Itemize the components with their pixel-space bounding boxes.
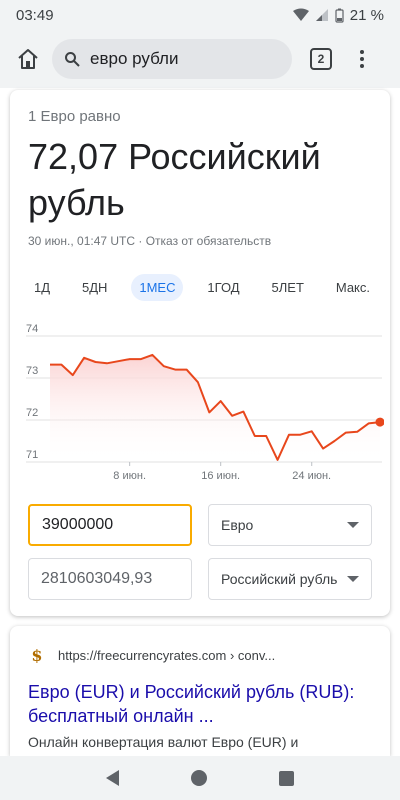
browser-app-bar: евро рубли 2: [0, 30, 400, 88]
period-tabs: 1Д 5ДН 1МЕС 1ГОД 5ЛЕТ Макс.: [26, 270, 378, 304]
rate-timestamp-note: 30 июн., 01:47 UTC · Отказ от обязательс…: [28, 234, 272, 248]
y-tick-label: 74: [26, 323, 38, 335]
result-title-link[interactable]: Евро (EUR) и Российский рубль (RUB): бес…: [28, 680, 378, 728]
period-tab-1y[interactable]: 1ГОД: [199, 274, 247, 301]
period-tab-5d[interactable]: 5ДН: [74, 274, 115, 301]
omnibox-search[interactable]: евро рубли: [52, 39, 292, 79]
wifi-icon: [292, 8, 309, 21]
menu-dot: [360, 50, 364, 54]
home-button[interactable]: [10, 41, 46, 77]
period-tab-1d[interactable]: 1Д: [26, 274, 58, 301]
back-icon[interactable]: [106, 770, 119, 786]
dropdown-arrow-icon: [347, 522, 359, 528]
period-tab-1m[interactable]: 1МЕС: [131, 273, 184, 301]
from-currency-select[interactable]: Евро: [208, 504, 372, 546]
result-snippet: Онлайн конвертация валют Евро (EUR) и: [28, 734, 299, 750]
to-currency-select[interactable]: Российский рубль: [208, 558, 372, 600]
period-tab-max[interactable]: Макс.: [328, 274, 378, 301]
x-tick-label: 8 июн.: [113, 470, 146, 482]
search-query-text: евро рубли: [90, 49, 179, 68]
menu-dot: [360, 57, 364, 61]
y-tick-label: 73: [26, 365, 38, 377]
rate-label: 1 Евро равно: [28, 108, 121, 125]
search-result: $ https://freecurrencyrates.com › conv..…: [10, 626, 390, 756]
x-tick-label: 24 июн.: [292, 470, 331, 482]
currency-converter-card: 1 Евро равно 72,07 Российский рубль 30 и…: [10, 90, 390, 616]
amount-input[interactable]: 39000000: [28, 504, 192, 546]
battery-percent: 21 %: [349, 6, 384, 24]
from-currency-label: Евро: [221, 517, 254, 533]
more-menu-button[interactable]: [352, 44, 372, 74]
converted-amount-input[interactable]: 2810603049,93: [28, 558, 192, 600]
tab-switcher-button[interactable]: 2: [310, 48, 332, 70]
period-tab-5y[interactable]: 5ЛЕТ: [264, 274, 312, 301]
home-circle-icon[interactable]: [191, 770, 207, 786]
dollar-favicon-icon: $: [31, 645, 43, 665]
chart-area-fill: [50, 354, 380, 462]
home-icon: [18, 49, 38, 69]
status-icons: 21 %: [292, 6, 384, 24]
menu-dot: [360, 64, 364, 68]
result-url: https://freecurrencyrates.com › conv...: [58, 647, 276, 663]
status-bar: 03:49 21 %: [0, 0, 400, 30]
rate-chart[interactable]: 71 72 73 74 8 июн. 16 июн. 24 июн.: [18, 318, 384, 484]
android-nav-bar: [0, 756, 400, 800]
search-icon: [65, 52, 80, 67]
status-time: 03:49: [16, 6, 54, 24]
y-tick-label: 71: [26, 449, 38, 461]
x-tick-label: 16 июн.: [201, 470, 240, 482]
battery-icon: [335, 8, 344, 23]
rate-value: 72,07 Российский рубль: [28, 136, 321, 223]
dropdown-arrow-icon: [347, 576, 359, 582]
y-tick-label: 72: [26, 407, 38, 419]
recent-apps-icon[interactable]: [279, 770, 294, 786]
to-currency-label: Российский рубль: [221, 571, 338, 587]
result-site[interactable]: $ https://freecurrencyrates.com › conv..…: [28, 645, 276, 665]
signal-icon: [315, 9, 328, 21]
